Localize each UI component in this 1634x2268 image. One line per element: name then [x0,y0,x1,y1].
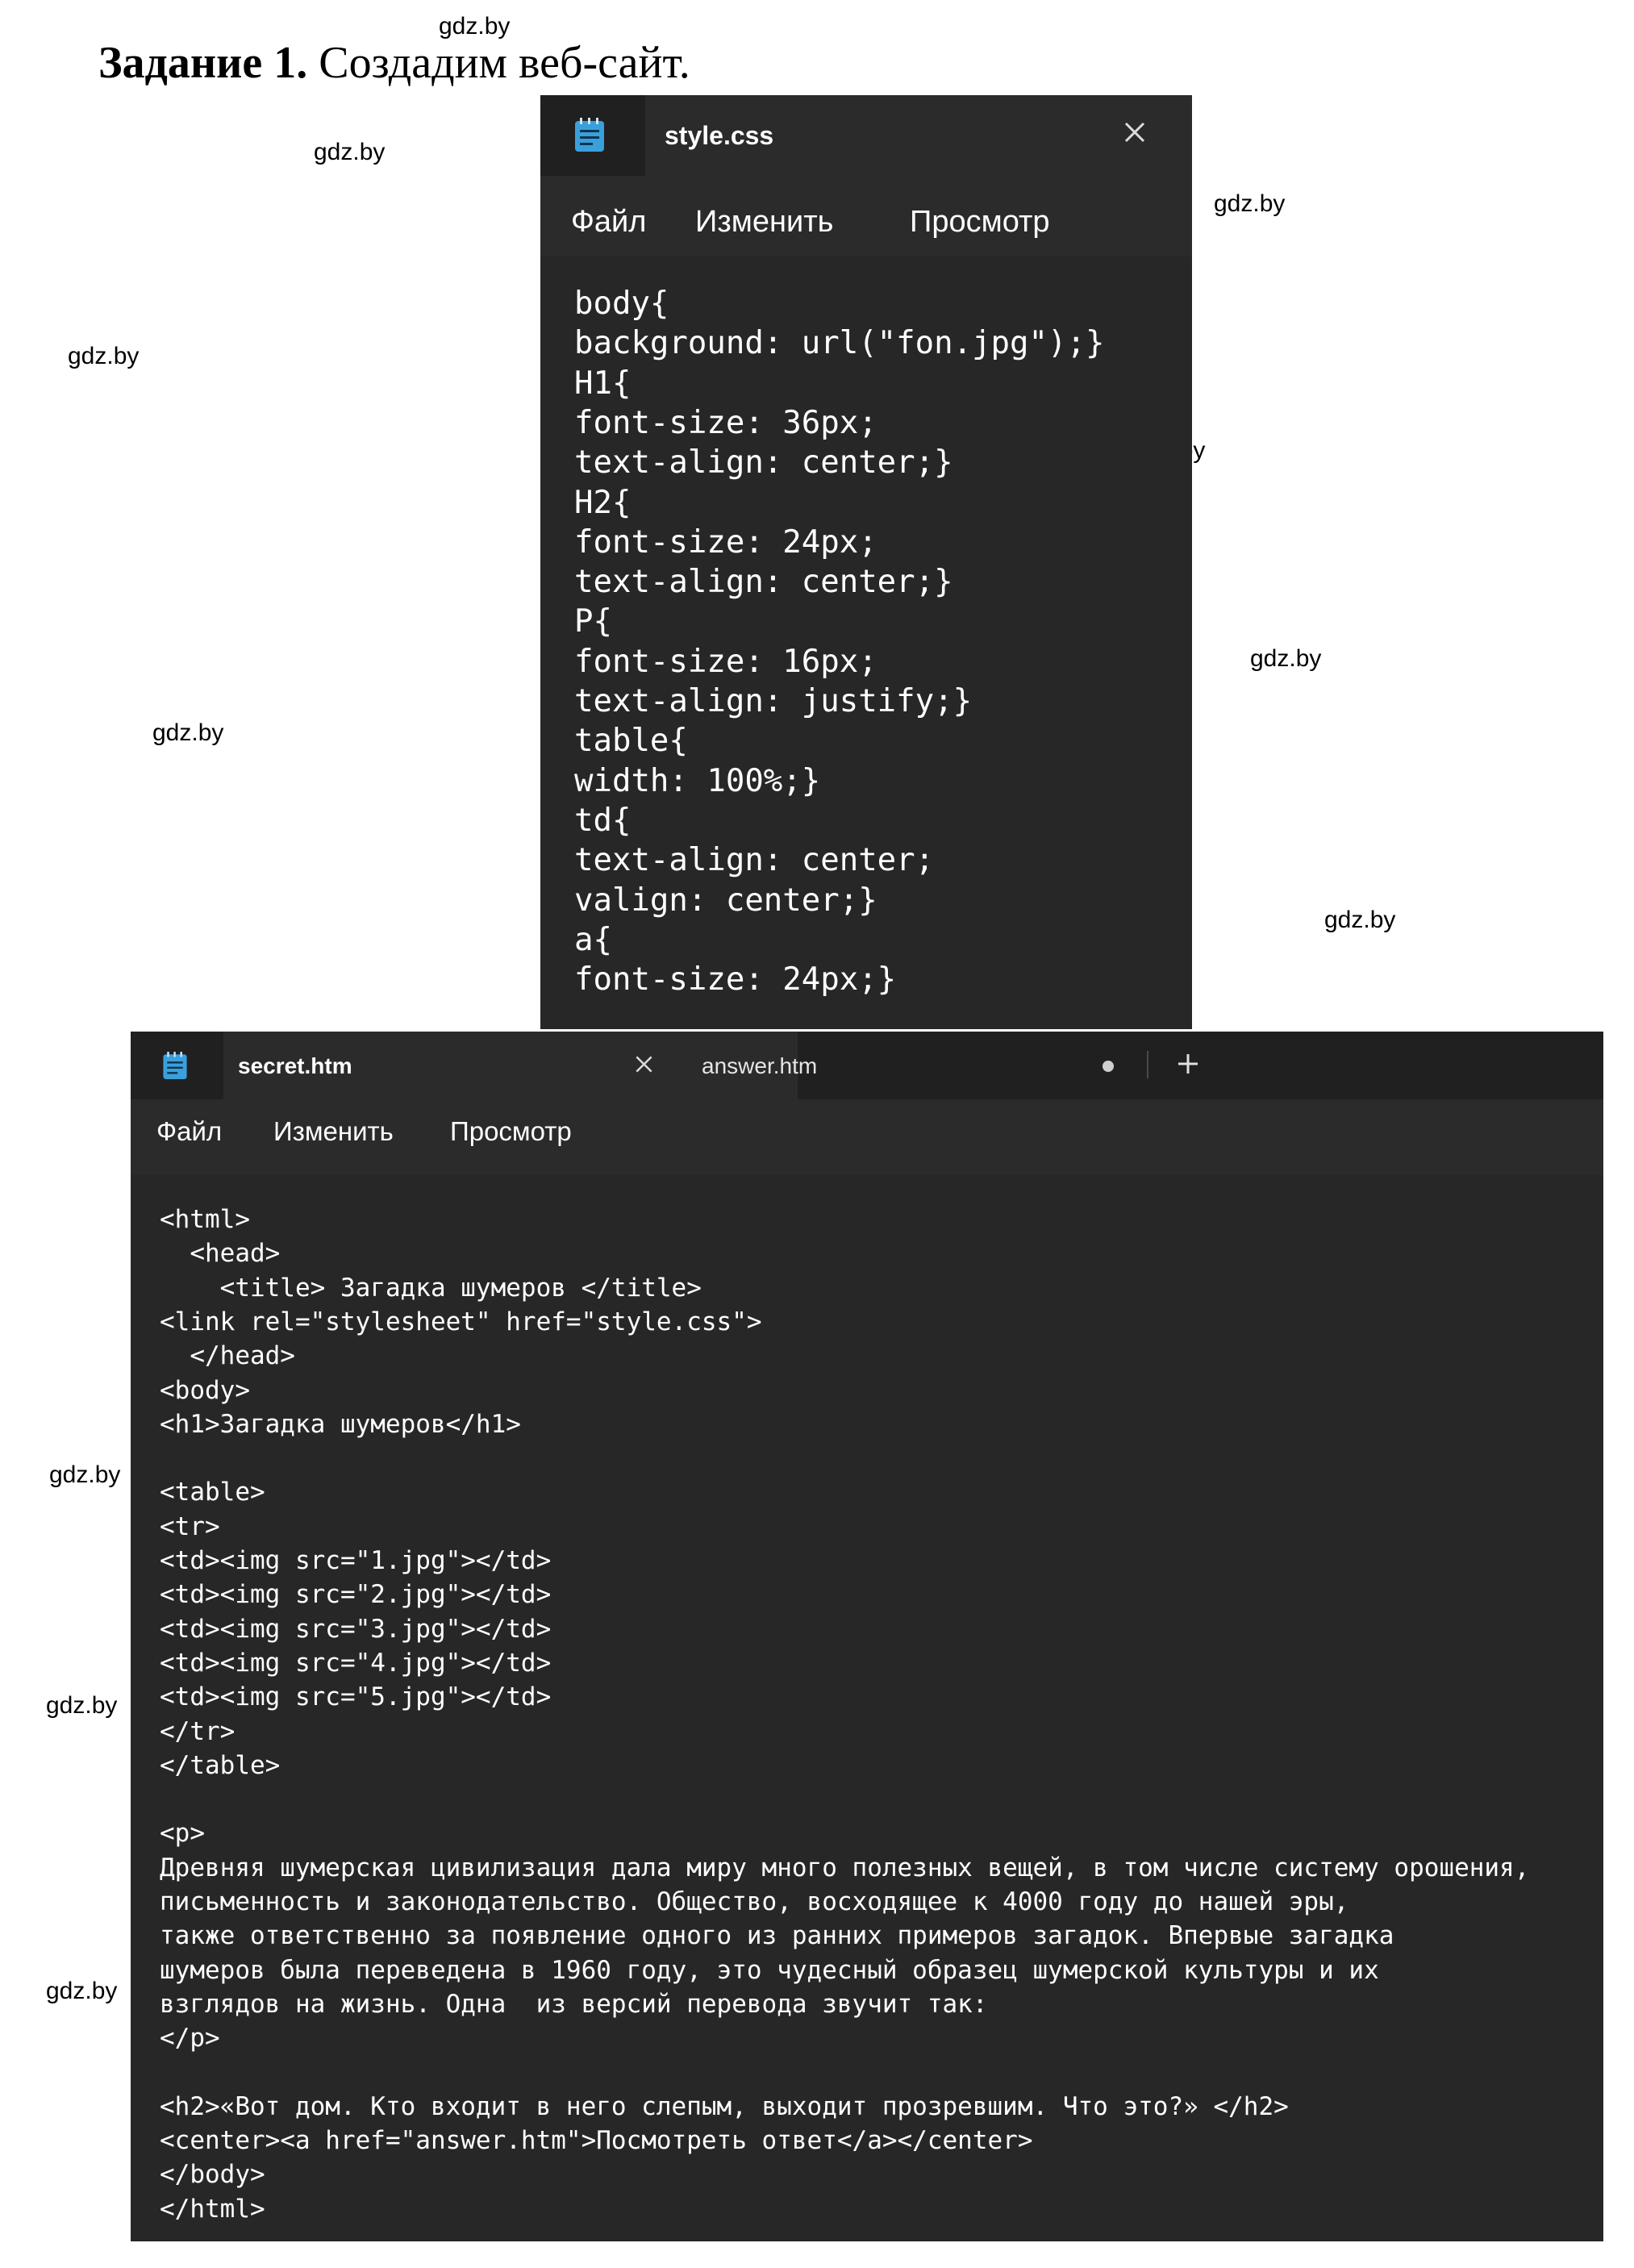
task-number: Задание 1. [98,38,308,88]
tab-title: secret.htm [238,1053,352,1078]
close-icon[interactable] [1123,120,1147,144]
menu-view[interactable]: Просмотр [910,205,1050,240]
menu-view[interactable]: Просмотр [450,1116,572,1147]
watermark: gdz.by [152,719,224,746]
code-line: <html> [160,1205,250,1234]
code-line: </body> [160,2160,265,2190]
code-line: <table> [160,1478,265,1507]
tab-title: style.css [665,121,774,150]
notepad-icon [573,116,606,153]
code-line: </html> [160,2194,265,2224]
menu-file[interactable]: Файл [571,205,646,240]
watermark: gdz.by [314,139,386,165]
code-line: background: url("fon.jpg");} [574,325,1105,362]
code-line: <body> [160,1375,250,1405]
code-line: <td><img src="5.jpg"></td> [160,1682,552,1712]
code-line: <td><img src="4.jpg"></td> [160,1648,552,1678]
code-line: </p> [160,2024,220,2053]
code-line: <center><a href="answer.htm">Посмотреть … [160,2126,1033,2156]
watermark: gdz.by [439,13,511,40]
code-line: text-align: center;} [574,564,953,601]
code-line: шумеров была переведена в 1960 году, это… [160,1955,1379,1985]
code-line: </tr> [160,1716,236,1746]
code-line: </table> [160,1750,281,1780]
code-line: font-size: 24px;} [574,961,897,999]
notepad-icon [161,1050,189,1081]
title-bar [540,95,1192,176]
code-line: <head> [160,1239,281,1269]
code-line: td{ [574,802,632,839]
code-line: width: 100%;} [574,762,821,799]
code-line: <td><img src="1.jpg"></td> [160,1546,552,1575]
code-line: font-size: 24px; [574,523,877,561]
code-line: text-align: center;} [574,444,953,482]
code-line: body{ [574,286,669,322]
tab-separator [1147,1051,1148,1078]
tab-answer-htm[interactable]: answer.htm [702,1053,817,1079]
watermark: gdz.by [68,343,140,369]
code-line: письменность и законодательство. Обществ… [160,1887,1349,1916]
code-editor[interactable]: <html> <head> <title> Загадка шумеров </… [131,1175,1603,2241]
code-line: P{ [574,603,612,640]
watermark: gdz.by [46,1978,118,2004]
menu-edit[interactable]: Изменить [695,205,833,240]
notepad-window-secret-htm: secret.htm answer.htm Файл Изменить Прос… [131,1032,1603,2241]
close-icon[interactable] [634,1054,654,1074]
new-tab-plus-icon[interactable] [1177,1053,1199,1075]
code-line: <h2>«Вот дом. Кто входит в него слепым, … [160,2091,1289,2121]
code-line: H1{ [574,365,632,402]
code-line: H2{ [574,484,632,521]
watermark: gdz.by [1214,190,1286,217]
code-line: <link rel="stylesheet" href="style.css"> [160,1307,762,1336]
watermark: gdz.by [1324,907,1396,933]
code-line: table{ [574,723,688,760]
watermark: gdz.by [49,1461,121,1488]
unsaved-dot-icon [1103,1061,1114,1072]
notepad-window-style-css: style.css Файл Изменить Просмотр body{ba… [540,95,1192,1029]
code-line: <td><img src="2.jpg"></td> [160,1580,552,1610]
code-line: Древняя шумерская цивилизация дала миру … [160,1853,1530,1882]
code-line: font-size: 16px; [574,643,877,680]
code-line: valign: center;} [574,882,877,919]
task-heading: Задание 1. Создадим веб-сайт. [98,37,690,89]
code-line: text-align: justify;} [574,683,973,719]
watermark: gdz.by [46,1692,118,1719]
code-line: также ответственно за появление одного и… [160,1921,1394,1951]
menu-edit[interactable]: Изменить [273,1116,394,1147]
code-line: <title> Загадка шумеров </title> [160,1273,702,1303]
code-line: font-size: 36px; [574,404,877,441]
code-line: <td><img src="3.jpg"></td> [160,1614,552,1644]
code-line: <h1>Загадка шумеров</h1> [160,1409,521,1439]
task-title: Создадим веб-сайт. [307,38,690,88]
code-line: <p> [160,1819,205,1849]
code-editor[interactable]: body{background: url("fon.jpg");} H1{font… [540,256,1192,1029]
code-line: a{ [574,921,612,958]
menu-file[interactable]: Файл [156,1116,222,1147]
watermark: gdz.by [1250,645,1322,672]
code-line: text-align: center; [574,842,935,879]
code-line: </head> [160,1341,295,1371]
code-line: <tr> [160,1511,220,1541]
code-line: взглядов на жизнь. Одна из версий перево… [160,1989,988,2019]
